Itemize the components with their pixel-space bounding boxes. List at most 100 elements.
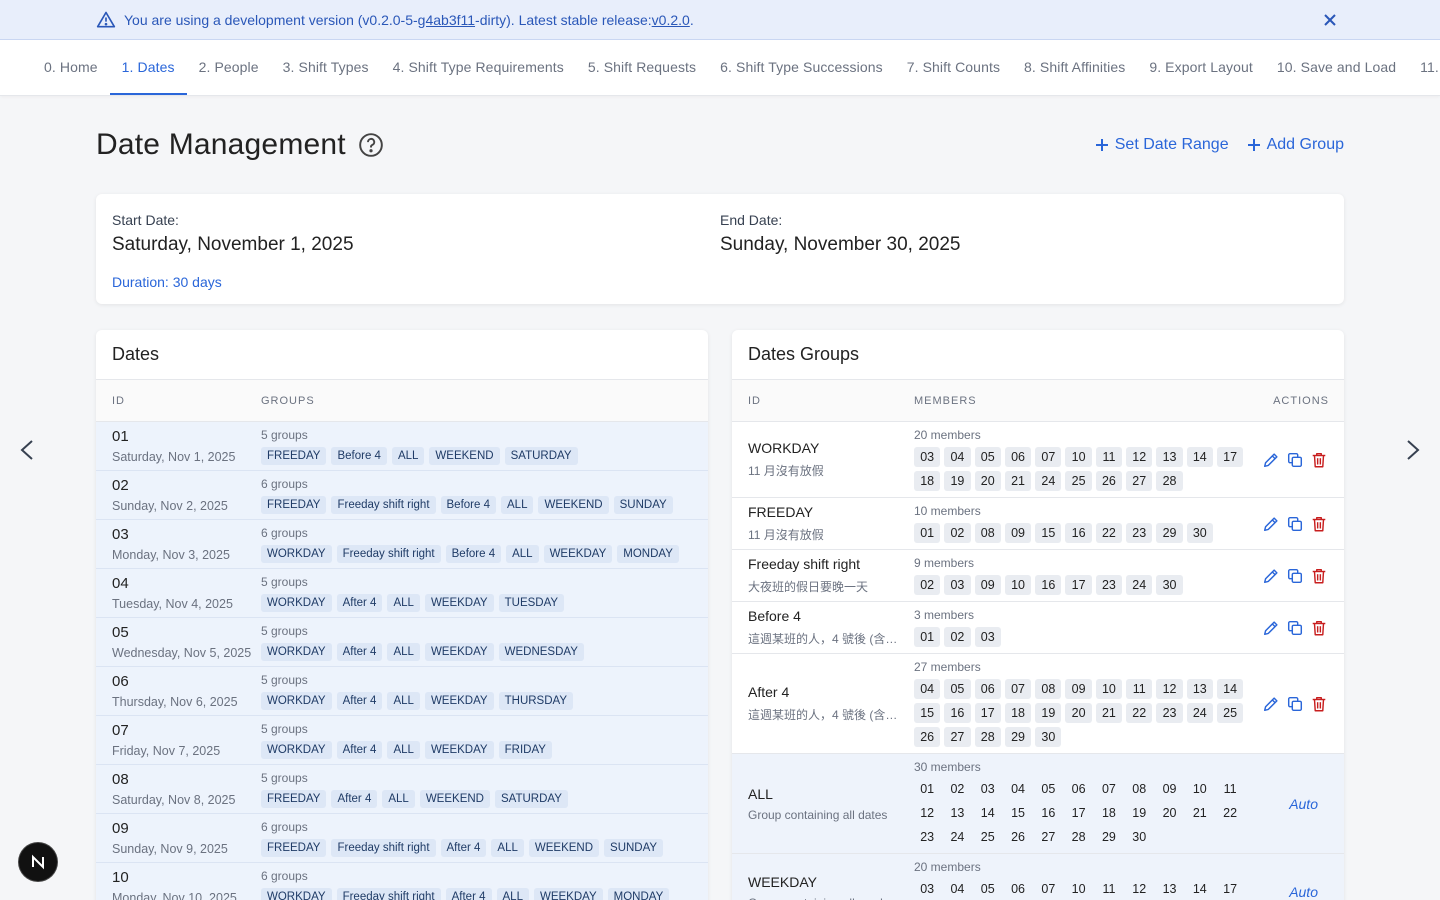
- set-date-range-button[interactable]: Set Date Range: [1095, 136, 1229, 154]
- edit-icon[interactable]: [1262, 567, 1280, 585]
- tab-3[interactable]: 3. Shift Types: [271, 40, 381, 95]
- chevron-right-icon[interactable]: [1400, 438, 1424, 462]
- group-chip: MONDAY: [607, 888, 670, 900]
- group-row[interactable]: ALL Group containing all dates 30 members 0…: [732, 754, 1344, 854]
- tab-1[interactable]: 1. Dates: [109, 40, 187, 95]
- group-row[interactable]: FREEDAY 11 月沒有放假 10 members 01 02 08 09 15 16 22 2…: [732, 498, 1344, 550]
- tab-2[interactable]: 2. People: [187, 40, 271, 95]
- start-date-value: Saturday, November 1, 2025: [112, 234, 354, 255]
- add-group-button[interactable]: Add Group: [1247, 136, 1344, 154]
- page-title: Date Management: [96, 128, 384, 162]
- group-chip: After 4: [440, 839, 487, 857]
- date-text: Tuesday, Nov 4, 2025: [112, 597, 233, 611]
- date-row[interactable]: 01 Saturday, Nov 1, 2025 5 groups FREEDAY Be…: [96, 422, 708, 471]
- tab-6[interactable]: 6. Shift Type Successions: [708, 40, 895, 95]
- delete-icon[interactable]: [1310, 515, 1328, 533]
- group-row[interactable]: Freeday shift right 大夜班的假日要晚一天 9 members 02…: [732, 550, 1344, 602]
- group-description: 大夜班的假日要晚一天: [748, 580, 869, 594]
- group-chip: WEEKEND: [528, 839, 600, 857]
- duplicate-icon[interactable]: [1286, 515, 1304, 533]
- member-chip: 30: [1186, 523, 1213, 543]
- tab-10[interactable]: 10. Save and Load: [1265, 40, 1408, 95]
- duplicate-icon[interactable]: [1286, 451, 1304, 469]
- date-groups-panel-title: Dates Groups: [732, 330, 1344, 380]
- group-id: Before 4: [748, 608, 801, 624]
- group-count: 5 groups: [261, 624, 308, 638]
- group-description: Group containing all weekdays: [748, 896, 900, 900]
- group-chip: WEEKDAY: [424, 594, 494, 612]
- member-chip: 10: [1065, 447, 1092, 467]
- app-logo-button[interactable]: [19, 843, 57, 881]
- member-chip: 09: [974, 575, 1001, 595]
- edit-icon[interactable]: [1262, 451, 1280, 469]
- group-chip: WEEKEND: [538, 496, 609, 514]
- tab-5[interactable]: 5. Shift Requests: [576, 40, 708, 95]
- group-row[interactable]: WEEKDAY Group containing all weekdays 20 m…: [732, 854, 1344, 900]
- commit-link[interactable]: g4ab3f11: [418, 12, 475, 28]
- dates-table-body: 01 Saturday, Nov 1, 2025 5 groups FREEDAY Be…: [96, 422, 708, 900]
- tab-8[interactable]: 8. Shift Affinities: [1012, 40, 1137, 95]
- stable-release-link[interactable]: v0.2.0: [652, 12, 690, 28]
- edit-icon[interactable]: [1262, 515, 1280, 533]
- member-chip: 16: [1035, 575, 1062, 595]
- tab-0[interactable]: 0. Home: [32, 40, 110, 95]
- member-chip: 27: [944, 727, 971, 747]
- duplicate-icon[interactable]: [1286, 619, 1304, 637]
- date-row[interactable]: 08 Saturday, Nov 8, 2025 5 groups FREEDAY Af…: [96, 765, 708, 814]
- date-row[interactable]: 05 Wednesday, Nov 5, 2025 5 groups WORKDAY A…: [96, 618, 708, 667]
- date-row[interactable]: 07 Friday, Nov 7, 2025 5 groups WORKDAY Afte…: [96, 716, 708, 765]
- tab-7[interactable]: 7. Shift Counts: [895, 40, 1012, 95]
- group-chip: ALL: [387, 741, 420, 759]
- member-chips: 01 02 08 09 15 16 22 23 29 30: [914, 523, 1250, 543]
- close-banner-button[interactable]: [1320, 10, 1340, 30]
- dates-panel: Dates ID GROUPS 01 Saturday, Nov 1, 2025 5…: [96, 330, 708, 900]
- auto-label: Auto: [1289, 883, 1318, 900]
- chevron-left-icon[interactable]: [16, 438, 40, 462]
- group-chip: WORKDAY: [261, 643, 332, 661]
- member-chip: 23: [920, 830, 935, 844]
- duplicate-icon[interactable]: [1286, 695, 1304, 713]
- group-chip: WEDNESDAY: [498, 643, 584, 661]
- tab-4[interactable]: 4. Shift Type Requirements: [381, 40, 576, 95]
- date-row[interactable]: 03 Monday, Nov 3, 2025 6 groups WORKDAY Free…: [96, 520, 708, 569]
- date-row[interactable]: 04 Tuesday, Nov 4, 2025 5 groups WORKDAY Aft…: [96, 569, 708, 618]
- group-chip: FREEDAY: [261, 496, 327, 514]
- date-row[interactable]: 09 Sunday, Nov 9, 2025 6 groups FREEDAY Free…: [96, 814, 708, 863]
- member-chip: 09: [1162, 782, 1177, 796]
- duplicate-icon[interactable]: [1286, 567, 1304, 585]
- date-row[interactable]: 06 Thursday, Nov 6, 2025 5 groups WORKDAY Af…: [96, 667, 708, 716]
- group-chips: FREEDAY Freeday shift right Before 4 ALL WEE…: [261, 496, 673, 514]
- delete-icon[interactable]: [1310, 451, 1328, 469]
- group-chip: WORKDAY: [261, 741, 332, 759]
- group-chip: THURSDAY: [498, 692, 574, 710]
- delete-icon[interactable]: [1310, 695, 1328, 713]
- tab-9[interactable]: 9. Export Layout: [1137, 40, 1265, 95]
- date-row[interactable]: 10 Monday, Nov 10, 2025 6 groups WORKDAY Fre…: [96, 863, 708, 900]
- member-chip: 26: [1011, 830, 1025, 844]
- dates-col-groups: GROUPS: [261, 394, 315, 407]
- delete-icon[interactable]: [1310, 619, 1328, 637]
- group-members-cell: 3 members 01 02 03: [914, 602, 1254, 653]
- member-chip: 07: [1101, 782, 1116, 796]
- banner-prefix: You are using a development version (v0.…: [124, 11, 418, 28]
- delete-icon[interactable]: [1310, 567, 1328, 585]
- tab-11[interactable]: 11. Op: [1408, 40, 1440, 95]
- group-row[interactable]: After 4 這週某班的人，4 號後 (含4號) 27 members 04 05 06…: [732, 654, 1344, 754]
- group-chip: Before 4: [445, 545, 502, 563]
- date-id: 08: [112, 771, 129, 788]
- group-row[interactable]: WORKDAY 11 月沒有放假 20 members 03 04 05 06 07 10 11 1…: [732, 422, 1344, 498]
- edit-icon[interactable]: [1262, 619, 1280, 637]
- group-row[interactable]: Before 4 這週某班的人，4 號後 (含4號) 3 members 01 02 03: [732, 602, 1344, 654]
- date-row[interactable]: 02 Sunday, Nov 2, 2025 6 groups FREEDAY Free…: [96, 471, 708, 520]
- edit-icon[interactable]: [1262, 695, 1280, 713]
- member-chip: 03: [974, 627, 1001, 647]
- date-id-cell: 04 Tuesday, Nov 4, 2025: [96, 569, 261, 611]
- group-members-cell: 10 members 01 02 08 09 15 16 22 23 29 30: [914, 498, 1254, 549]
- member-count: 9 members: [914, 556, 975, 570]
- group-chip: Before 4: [331, 447, 387, 465]
- date-id-cell: 06 Thursday, Nov 6, 2025: [96, 667, 261, 709]
- end-date-label: End Date:: [720, 212, 783, 228]
- help-icon[interactable]: [358, 132, 384, 158]
- member-chip: 09: [1004, 523, 1032, 543]
- date-groups-cell: 5 groups WORKDAY After 4 ALL WEEKDAY THURSDAY: [261, 667, 574, 710]
